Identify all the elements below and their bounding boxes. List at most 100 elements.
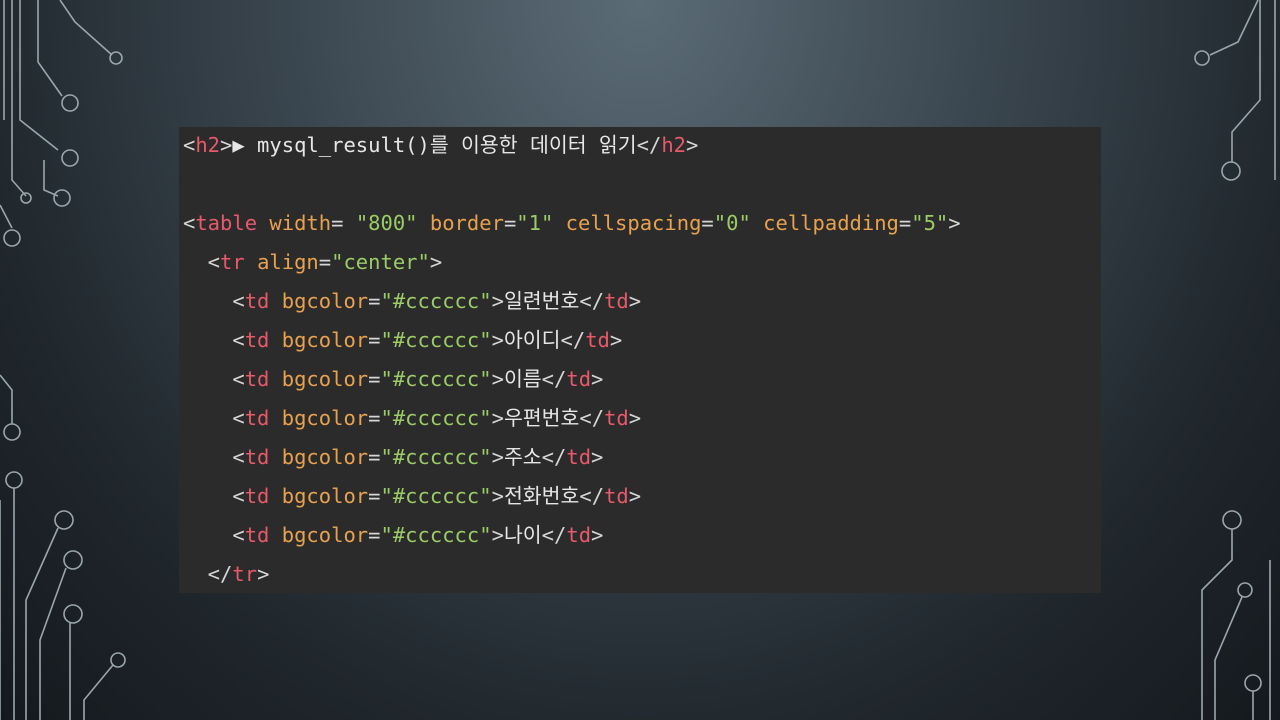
code-token: 우편번호 bbox=[503, 406, 580, 430]
code-token: bgcolor bbox=[281, 328, 369, 352]
code-token: 나이 bbox=[503, 523, 542, 547]
code-token: < bbox=[183, 133, 196, 157]
code-token: > bbox=[491, 367, 504, 391]
code-token: > bbox=[491, 328, 504, 352]
code-token: < bbox=[183, 406, 245, 430]
code-token: bgcolor bbox=[281, 445, 369, 469]
code-token: td bbox=[244, 328, 270, 352]
code-token: "#cccccc" bbox=[380, 445, 492, 469]
code-line: <td bgcolor="#cccccc">전화번호</td> bbox=[183, 478, 641, 517]
code-line: <td bgcolor="#cccccc">이름</td> bbox=[183, 361, 603, 400]
code-token: < bbox=[183, 328, 245, 352]
code-token: 일련번호 bbox=[503, 289, 580, 313]
code-token: bgcolor bbox=[281, 367, 369, 391]
code-token: = bbox=[368, 289, 381, 313]
code-token: = bbox=[368, 328, 381, 352]
code-token: "5" bbox=[911, 211, 949, 235]
code-line: <td bgcolor="#cccccc">나이</td> bbox=[183, 517, 603, 556]
code-token: > bbox=[429, 250, 443, 274]
code-token: = bbox=[368, 367, 381, 391]
code-panel: <h2>▶ mysql_result()를 이용한 데이터 읽기</h2> <ta… bbox=[179, 127, 1101, 593]
code-token: > bbox=[491, 406, 504, 430]
code-token: = bbox=[503, 211, 517, 235]
code-token: td bbox=[244, 523, 270, 547]
code-token: > bbox=[591, 367, 604, 391]
code-token: </ bbox=[579, 484, 605, 508]
code-token: td bbox=[604, 484, 629, 508]
code-token: h2 bbox=[195, 133, 221, 157]
code-token: width bbox=[269, 211, 332, 235]
code-token: </ bbox=[541, 523, 567, 547]
code-token: < bbox=[183, 289, 245, 313]
code-token: "center" bbox=[331, 250, 430, 274]
code-token: > bbox=[491, 289, 504, 313]
code-token: > bbox=[491, 523, 504, 547]
code-token: > bbox=[220, 133, 233, 157]
code-token: td bbox=[244, 406, 270, 430]
code-token: </ bbox=[636, 133, 662, 157]
code-line: </tr> bbox=[183, 556, 270, 595]
code-token: cellpadding bbox=[763, 211, 899, 235]
code-line: <table width= "800" border="1" cellspaci… bbox=[183, 205, 961, 244]
code-line: <td bgcolor="#cccccc">우편번호</td> bbox=[183, 400, 641, 439]
code-token: cellspacing bbox=[565, 211, 702, 235]
code-token: h2 bbox=[661, 133, 686, 157]
code-token: "#cccccc" bbox=[380, 289, 492, 313]
code-line: <tr align="center"> bbox=[183, 244, 443, 283]
code-token: = bbox=[368, 523, 381, 547]
code-token: > bbox=[609, 328, 623, 352]
code-token: </ bbox=[579, 289, 605, 313]
code-token: </ bbox=[183, 562, 233, 586]
code-line: <td bgcolor="#cccccc">일련번호</td> bbox=[183, 283, 641, 322]
code-token: "800" bbox=[355, 211, 418, 235]
code-token: > bbox=[591, 445, 604, 469]
code-token: td bbox=[604, 289, 629, 313]
code-token: bgcolor bbox=[281, 289, 369, 313]
code-token: td bbox=[244, 289, 270, 313]
code-token: bgcolor bbox=[281, 406, 369, 430]
code-token: = bbox=[318, 250, 332, 274]
code-token: 이름 bbox=[503, 367, 542, 391]
code-token: td bbox=[566, 445, 592, 469]
code-token: "#cccccc" bbox=[380, 484, 492, 508]
code-token: > bbox=[628, 406, 642, 430]
code-token: border bbox=[429, 211, 504, 235]
code-line: <td bgcolor="#cccccc">아이디</td> bbox=[183, 322, 622, 361]
code-token: < bbox=[183, 484, 245, 508]
code-token: "0" bbox=[713, 211, 751, 235]
code-line: <td bgcolor="#cccccc">주소</td> bbox=[183, 439, 603, 478]
code-token: > bbox=[948, 211, 961, 235]
code-token: </ bbox=[579, 406, 605, 430]
code-token: > bbox=[591, 523, 604, 547]
code-token: td bbox=[244, 484, 270, 508]
code-token: </ bbox=[541, 445, 567, 469]
code-token: td bbox=[244, 445, 270, 469]
code-token: td bbox=[566, 523, 592, 547]
code-token: tr bbox=[232, 562, 258, 586]
code-token: td bbox=[244, 367, 270, 391]
code-token: = bbox=[701, 211, 714, 235]
code-token: tr bbox=[220, 250, 245, 274]
code-token: td bbox=[566, 367, 592, 391]
code-token: > bbox=[257, 562, 270, 586]
code-token: table bbox=[195, 211, 258, 235]
code-token: "#cccccc" bbox=[380, 328, 492, 352]
code-token: 전화번호 bbox=[503, 484, 580, 508]
code-token: bgcolor bbox=[281, 484, 369, 508]
code-token: td bbox=[604, 406, 629, 430]
code-token: ▶ mysql_result()를 이용한 데이터 읽기 bbox=[232, 133, 637, 157]
code-token: "1" bbox=[516, 211, 554, 235]
code-token: > bbox=[628, 289, 642, 313]
code-token: > bbox=[491, 484, 504, 508]
